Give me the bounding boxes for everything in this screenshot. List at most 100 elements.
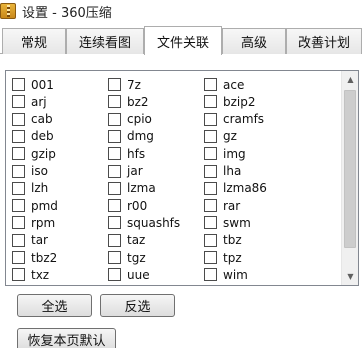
checkbox[interactable] [108, 199, 121, 213]
checkbox[interactable] [12, 181, 25, 195]
extension-item[interactable]: uue [108, 266, 150, 283]
extension-label: tbz2 [31, 250, 58, 265]
checkbox[interactable] [204, 78, 217, 91]
checkbox[interactable] [204, 181, 217, 195]
extension-item[interactable]: gz [204, 128, 237, 145]
extension-label: bzip2 [223, 94, 256, 109]
extension-item[interactable]: tbz2 [12, 249, 57, 266]
extension-item[interactable]: cab [12, 111, 53, 128]
extension-item[interactable]: wim [204, 266, 248, 283]
extension-item[interactable]: gzip [12, 145, 56, 162]
scroll-down-icon[interactable]: ▼ [342, 268, 358, 285]
checkbox[interactable] [204, 251, 217, 264]
checkbox[interactable] [108, 268, 121, 282]
checkbox[interactable] [108, 216, 121, 230]
extension-item[interactable]: xz [204, 284, 236, 285]
checkbox[interactable] [12, 233, 25, 247]
checkbox[interactable] [12, 78, 25, 91]
extension-item[interactable]: hfs [108, 145, 145, 162]
extension-item[interactable]: cramfs [204, 111, 264, 128]
extension-label: img [223, 146, 246, 161]
tab-general[interactable]: 常规 [2, 28, 66, 54]
extension-item[interactable]: tgz [108, 249, 146, 266]
extension-item[interactable]: squashfs [108, 214, 180, 231]
checkbox[interactable] [108, 251, 121, 264]
checkbox[interactable] [12, 216, 25, 230]
extension-label: tgz [127, 250, 146, 265]
extension-label: lha [223, 164, 242, 178]
extension-label: gzip [31, 146, 56, 161]
checkbox[interactable] [108, 164, 121, 178]
extension-item[interactable]: 001 [12, 76, 54, 93]
extension-item[interactable]: 7z [108, 76, 141, 93]
extension-item[interactable]: xpi [108, 284, 145, 285]
checkbox[interactable] [12, 251, 25, 264]
vertical-scrollbar[interactable]: ▲ ▼ [341, 71, 358, 285]
extension-item[interactable]: tar [12, 232, 48, 249]
extension-item[interactable]: xar [12, 284, 50, 285]
checkbox[interactable] [12, 268, 25, 282]
checkbox[interactable] [204, 112, 217, 126]
extension-item[interactable]: rpm [12, 214, 55, 231]
tab-file-association[interactable]: 文件关联 [144, 26, 222, 55]
extension-item[interactable]: tpz [204, 249, 242, 266]
extension-item[interactable]: bzip2 [204, 93, 256, 110]
select-all-button[interactable]: 全选 [17, 294, 92, 317]
extension-item[interactable]: pmd [12, 197, 58, 214]
extension-list[interactable]: 001 7z ace arj bz2 bzip2 cab cpio cramfs deb dmg gz… [5, 70, 359, 286]
checkbox[interactable] [12, 112, 25, 126]
extension-item[interactable]: lzh [12, 180, 48, 197]
extension-label: tar [31, 233, 48, 248]
checkbox[interactable] [12, 147, 25, 161]
tab-improvement-plan[interactable]: 改善计划 [286, 28, 362, 54]
checkbox[interactable] [204, 199, 217, 213]
extension-item[interactable]: jar [108, 163, 143, 180]
tab-continuous-view[interactable]: 连续看图 [66, 28, 144, 54]
checkbox[interactable] [12, 164, 25, 178]
tab-bar: 常规 连续看图 文件关联 高级 改善计划 [0, 26, 362, 55]
checkbox[interactable] [108, 95, 121, 109]
extension-label: 001 [31, 77, 54, 92]
extension-item[interactable]: iso [12, 163, 48, 180]
invert-selection-button[interactable]: 反选 [100, 294, 175, 317]
checkbox[interactable] [204, 95, 217, 109]
checkbox[interactable] [204, 164, 217, 178]
extension-item[interactable]: lzma86 [204, 180, 267, 197]
extension-item[interactable]: swm [204, 214, 251, 231]
checkbox[interactable] [12, 129, 25, 143]
extension-item[interactable]: img [204, 145, 246, 162]
checkbox[interactable] [204, 268, 217, 282]
checkbox[interactable] [204, 147, 217, 161]
extension-item[interactable]: cpio [108, 111, 152, 128]
extension-item[interactable]: ace [204, 76, 244, 93]
tab-advanced[interactable]: 高级 [222, 28, 286, 54]
checkbox[interactable] [108, 181, 121, 195]
extension-label: lzma [127, 181, 156, 196]
title-bar: 设置 - 360压缩 [0, 0, 362, 22]
scrollbar-thumb[interactable] [344, 90, 356, 248]
checkbox[interactable] [108, 147, 121, 161]
extension-item[interactable]: r00 [108, 197, 147, 214]
extension-item[interactable]: lzma [108, 180, 156, 197]
checkbox[interactable] [108, 78, 121, 91]
extension-item[interactable]: dmg [108, 128, 154, 145]
checkbox[interactable] [204, 216, 217, 230]
extension-item[interactable]: tbz [204, 232, 242, 249]
restore-defaults-button[interactable]: 恢复本页默认 [17, 328, 116, 348]
checkbox[interactable] [12, 199, 25, 213]
checkbox[interactable] [204, 233, 217, 247]
scroll-up-icon[interactable]: ▲ [342, 71, 358, 88]
checkbox[interactable] [12, 95, 25, 109]
extension-item[interactable]: deb [12, 128, 54, 145]
extension-item[interactable]: lha [204, 163, 241, 180]
checkbox[interactable] [108, 129, 121, 143]
extension-item[interactable]: taz [108, 232, 145, 249]
checkbox[interactable] [108, 233, 121, 247]
extension-item[interactable]: arj [12, 93, 47, 110]
extension-label: ace [223, 77, 245, 92]
checkbox[interactable] [204, 129, 217, 143]
checkbox[interactable] [108, 112, 121, 126]
extension-item[interactable]: rar [204, 197, 240, 214]
extension-item[interactable]: txz [12, 266, 49, 283]
extension-item[interactable]: bz2 [108, 93, 149, 110]
